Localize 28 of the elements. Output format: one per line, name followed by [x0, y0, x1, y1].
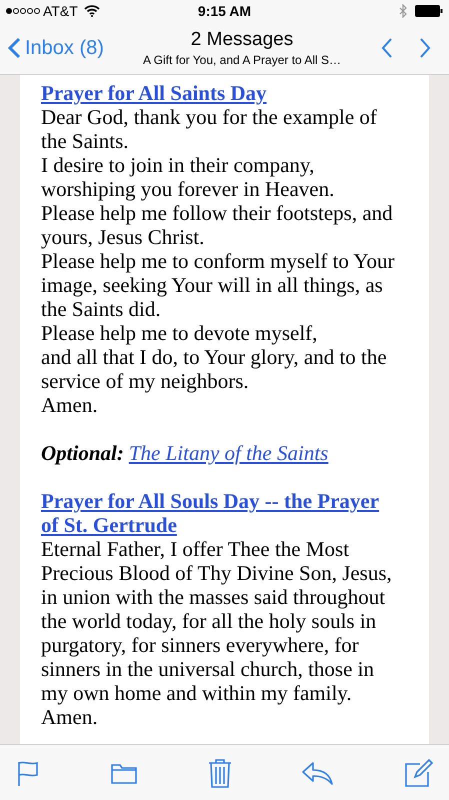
reply-button[interactable]: [300, 760, 335, 786]
prayer-text: Please help me to conform myself to Your image, seeking Your will in all things, as the Saints did.: [41, 249, 396, 321]
prayer-text: and all that I do, to Your glory, and to the service of my neighbors.: [41, 345, 388, 393]
next-message-button[interactable]: [419, 37, 431, 59]
back-chevron-icon: [8, 37, 21, 59]
previous-message-button[interactable]: [381, 37, 393, 59]
clock-time: 9:15 AM: [198, 2, 252, 20]
prayer-text: Dear God, thank you for the example of the Saints.: [41, 105, 378, 153]
prayer-text: Amen.: [41, 705, 99, 729]
carrier-name: AT&T: [43, 2, 78, 20]
prayer-text: Please help me follow their footsteps, and yours, Jesus Christ.: [41, 201, 394, 249]
bluetooth-icon: [399, 4, 407, 18]
compose-button[interactable]: [403, 758, 433, 788]
navigation-title: 2 Messages: [190, 28, 294, 52]
prayer-title-link[interactable]: Prayer for All Souls Day -- the Prayer of St. Gertrude: [41, 489, 396, 537]
prayer-text: Please help me to devote myself,: [41, 321, 318, 345]
back-button[interactable]: Inbox (8): [8, 33, 104, 63]
wifi-icon: [84, 5, 100, 17]
optional-label: Optional:: [41, 441, 124, 465]
litany-link[interactable]: The Litany of the Saints: [128, 441, 328, 465]
prayer-title-link[interactable]: Prayer for All Saints Day: [41, 81, 396, 105]
prayer-text: I desire to join in their company, worshiping you forever in Heaven.: [41, 153, 336, 201]
navigation-subtitle: A Gift for You, and A Prayer to All S…: [142, 52, 342, 68]
prayer-text: Amen.: [41, 393, 99, 417]
signal-icon: [6, 8, 40, 14]
trash-button[interactable]: [206, 756, 232, 788]
battery-icon: [415, 5, 443, 17]
prayer-text: Eternal Father, I offer Thee the Most Precious Blood of Thy Divine Son, Jesus, in union with the masses said throughout the world today, for all the holy souls in purgatory, for sinners everywhere, for sinners in the universal church, those in my own home and within my family.: [41, 537, 393, 705]
